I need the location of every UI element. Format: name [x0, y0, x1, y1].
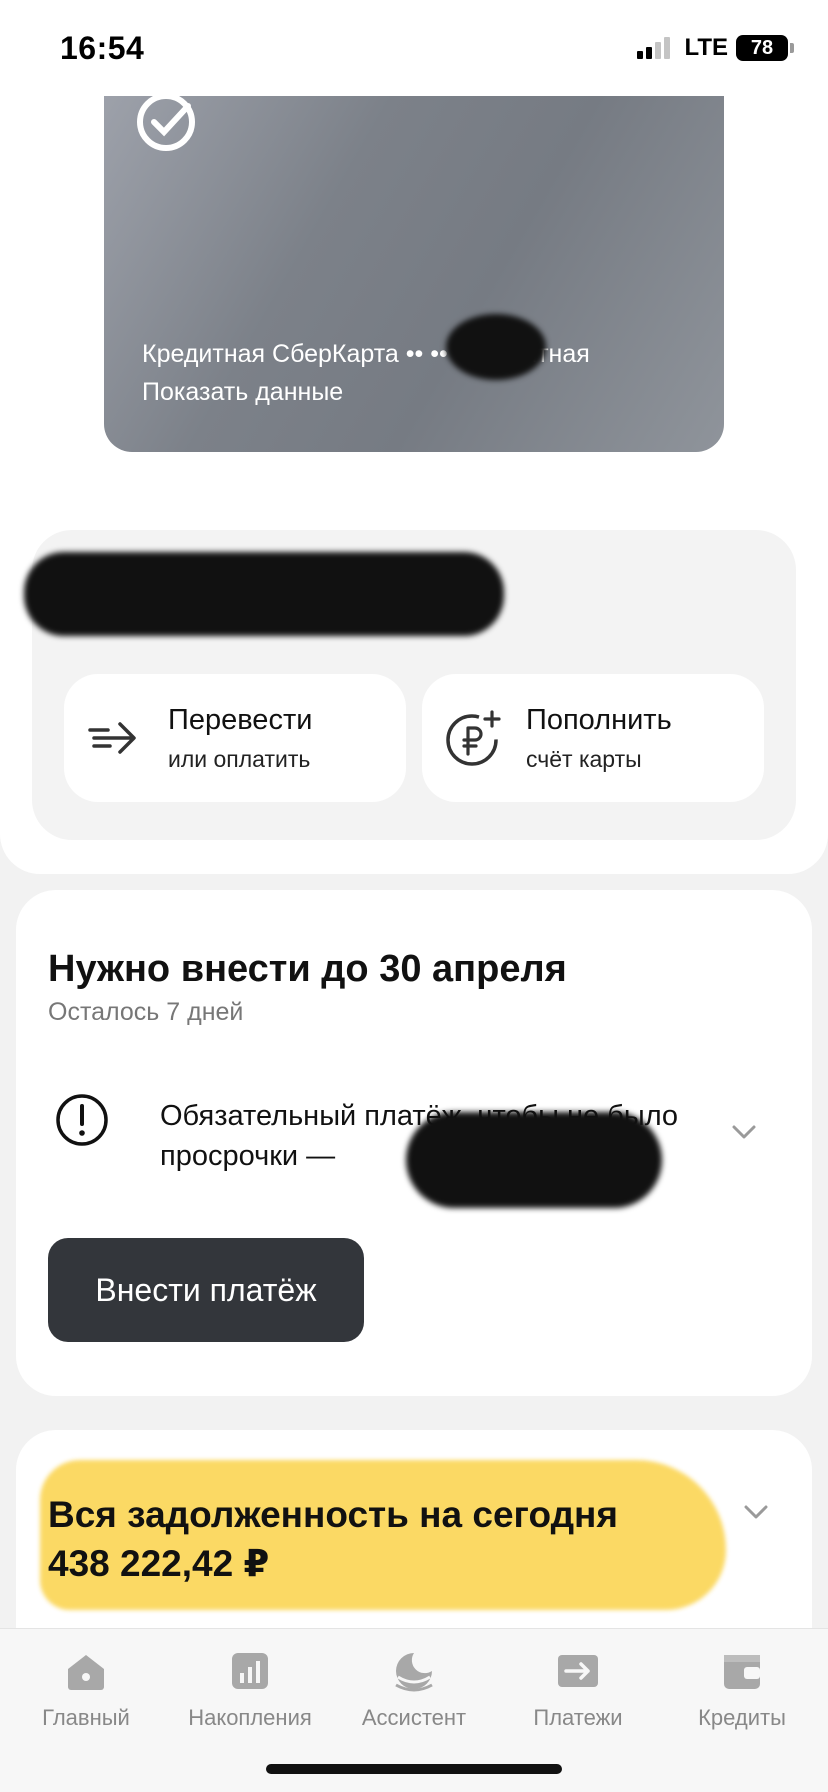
tab-credits[interactable]: Кредиты [662, 1647, 822, 1731]
days-remaining: Осталось 7 дней [48, 998, 244, 1026]
status-bar: 16:54 LTE 78 [0, 0, 828, 96]
tab-label: Платежи [533, 1705, 623, 1730]
tab-payments[interactable]: Платежи [498, 1647, 658, 1731]
battery-tip [790, 43, 794, 53]
home-icon [68, 1655, 104, 1690]
show-card-data-link[interactable]: Показать данные [142, 378, 343, 407]
credit-card[interactable]: Кредитная СберКарта •• •• • кредитная По… [104, 96, 724, 452]
network-label: LTE [684, 34, 728, 61]
battery-level: 78 [750, 36, 774, 59]
transfer-arrow-icon [88, 722, 136, 754]
topup-title: Пополнить [526, 704, 672, 736]
tab-home[interactable]: Главный [6, 1647, 166, 1731]
tab-label: Ассистент [361, 1705, 467, 1730]
home-indicator[interactable] [266, 1764, 562, 1774]
topup-button[interactable]: Пополнить счёт карты [422, 674, 764, 802]
total-debt-label: Вся задолженность на сегодня [48, 1494, 618, 1535]
transfer-subtitle: или оплатить [168, 746, 311, 772]
topup-subtitle: счёт карты [526, 746, 642, 772]
tab-label: Накопления [188, 1705, 312, 1730]
payments-arrow-icon [558, 1655, 598, 1687]
redaction-scribble [446, 314, 546, 380]
assistant-icon [395, 1653, 433, 1692]
total-debt-card[interactable]: Вся задолженность на сегодня 438 222,42 … [16, 1430, 812, 1660]
battery-icon: 78 [736, 35, 788, 61]
payment-due-card: Нужно внести до 30 апреля Осталось 7 дне… [16, 890, 812, 1396]
status-time: 16:54 [60, 30, 145, 66]
sber-logo-icon [137, 96, 195, 151]
signal-icon [637, 37, 671, 59]
transfer-title: Перевести [168, 704, 313, 736]
exclamation-circle-icon [56, 1094, 108, 1146]
wallet-icon [724, 1655, 760, 1689]
tab-label: Кредиты [698, 1705, 786, 1730]
tab-label: Главный [42, 1705, 130, 1730]
chevron-down-icon[interactable] [730, 1122, 758, 1142]
card-actions-block: Перевести или оплатить Пополнить счёт ка… [24, 530, 796, 840]
total-debt-amount: 438 222,42 ₽ [48, 1543, 270, 1584]
make-payment-button[interactable]: Внести платёж [48, 1238, 364, 1342]
redaction-scribble [406, 1112, 662, 1208]
tab-savings[interactable]: Накопления [170, 1647, 330, 1731]
status-indicators: LTE 78 [637, 34, 794, 62]
tab-assistant[interactable]: Ассистент [334, 1647, 494, 1731]
savings-chart-icon [232, 1653, 268, 1689]
ruble-plus-icon [446, 710, 501, 766]
chevron-down-icon[interactable] [742, 1502, 770, 1522]
redaction-scribble [24, 552, 504, 636]
payment-due-title: Нужно внести до 30 апреля [48, 948, 567, 990]
transfer-button[interactable]: Перевести или оплатить [64, 674, 406, 802]
